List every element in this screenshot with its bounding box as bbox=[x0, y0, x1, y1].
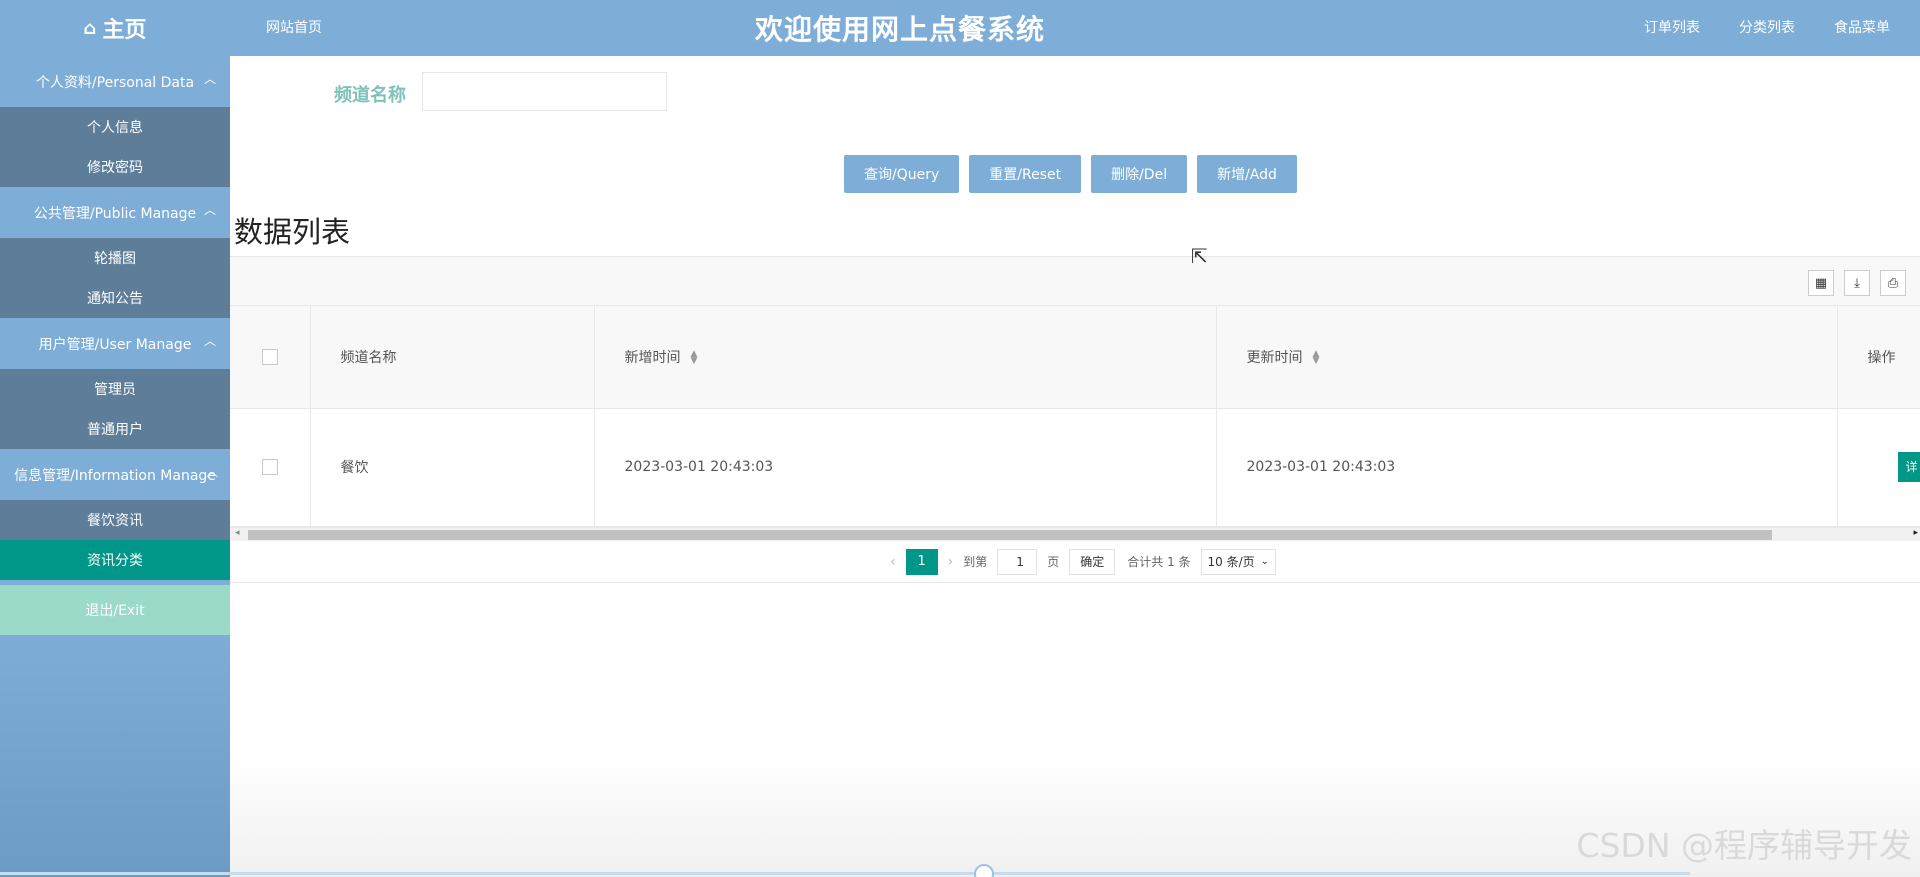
print-icon[interactable]: ⎙ bbox=[1880, 270, 1906, 296]
channel-name-input[interactable] bbox=[422, 72, 667, 111]
select-all-cell bbox=[230, 306, 311, 409]
goto-page-input[interactable]: 1 bbox=[997, 548, 1038, 575]
column-header-name: 频道名称 bbox=[310, 306, 595, 409]
export-icon[interactable]: ⤓ bbox=[1844, 270, 1870, 296]
chevron-up-icon: ︿ bbox=[203, 334, 216, 348]
app-title: 欢迎使用网上点餐系统 bbox=[754, 13, 1045, 46]
data-table-container: ▦ ⤓ ⎙ 频道名称 新增时间 ▲ ▼ 更新时间 ▲ ▼ 操作 餐饮 2023-… bbox=[230, 256, 1920, 583]
menu-sub-personal: 个人信息 修改密码 bbox=[0, 107, 230, 187]
website-home-link[interactable]: 网站首页 bbox=[266, 17, 322, 37]
menu-group-label: 信息管理/Information Manage bbox=[14, 467, 216, 484]
chevron-up-icon: ︿ bbox=[203, 203, 216, 217]
cell-updated: 2023-03-01 20:43:03 bbox=[1216, 408, 1838, 527]
sort-icon[interactable]: ▲ ▼ bbox=[1313, 349, 1320, 365]
row-checkbox[interactable] bbox=[262, 459, 278, 475]
total-count: 合计共 1 条 bbox=[1127, 555, 1191, 569]
column-label: 操作 bbox=[1867, 349, 1896, 366]
chevron-down-icon: ⌄ bbox=[1260, 556, 1270, 567]
cell-name: 餐饮 bbox=[310, 408, 595, 527]
goto-prefix: 到第 bbox=[963, 555, 988, 569]
prev-page-icon[interactable]: ‹ bbox=[890, 554, 896, 570]
sort-icon[interactable]: ▲ ▼ bbox=[691, 349, 698, 365]
sidebar-item-carousel[interactable]: 轮播图 bbox=[0, 238, 230, 278]
section-title: 数据列表 bbox=[234, 215, 351, 249]
search-label: 频道名称 bbox=[334, 85, 406, 106]
row-select-cell bbox=[230, 408, 311, 527]
top-bar: ⌂ 主页 网站首页 欢迎使用网上点餐系统 订单列表 分类列表 食品菜单 bbox=[0, 0, 1920, 56]
column-header-actions: 操作 bbox=[1837, 306, 1920, 409]
menu-group-label: 个人资料/Personal Data bbox=[35, 74, 195, 91]
nav-order-list[interactable]: 订单列表 bbox=[1644, 17, 1700, 37]
menu-group-label: 用户管理/User Manage bbox=[38, 336, 192, 353]
select-all-checkbox[interactable] bbox=[262, 348, 278, 365]
scroll-left-icon[interactable]: ◂ bbox=[235, 528, 240, 538]
horizontal-scrollbar[interactable]: ◂ ▸ bbox=[230, 526, 1920, 541]
menu-group-public[interactable]: 公共管理/Public Manage ︿ bbox=[0, 187, 230, 238]
progress-knob[interactable] bbox=[974, 864, 994, 877]
home-icon: ⌂ bbox=[83, 17, 97, 39]
cell-created: 2023-03-01 20:43:03 bbox=[594, 408, 1217, 527]
menu-group-label: 公共管理/Public Manage bbox=[33, 205, 197, 222]
brand-home-link[interactable]: ⌂ 主页 bbox=[0, 0, 230, 56]
column-header-updated[interactable]: 更新时间 ▲ ▼ bbox=[1216, 306, 1838, 409]
menu-group-users[interactable]: 用户管理/User Manage ︿ bbox=[0, 318, 230, 369]
query-button[interactable]: 查询/Query bbox=[844, 155, 960, 193]
column-label: 更新时间 bbox=[1246, 349, 1303, 366]
sidebar-item-admins[interactable]: 管理员 bbox=[0, 369, 230, 409]
scrollbar-thumb[interactable] bbox=[248, 529, 1772, 540]
data-table: 频道名称 新增时间 ▲ ▼ 更新时间 ▲ ▼ 操作 餐饮 2023-03-01 20:4… bbox=[230, 306, 1920, 527]
brand-label: 主页 bbox=[102, 18, 147, 43]
sidebar: 个人资料/Personal Data ︿ 个人信息 修改密码 公共管理/Publ… bbox=[0, 56, 230, 877]
sidebar-item-news-category[interactable]: 资讯分类 bbox=[0, 540, 230, 580]
next-page-icon[interactable]: › bbox=[948, 554, 954, 570]
sidebar-item-regular-users[interactable]: 普通用户 bbox=[0, 409, 230, 449]
menu-group-information[interactable]: 信息管理/Information Manage ︿ bbox=[0, 449, 230, 500]
current-page[interactable]: 1 bbox=[905, 548, 938, 575]
table-header-row: 频道名称 新增时间 ▲ ▼ 更新时间 ▲ ▼ 操作 bbox=[230, 306, 1920, 409]
add-button[interactable]: 新增/Add bbox=[1197, 155, 1297, 193]
page-size-select[interactable]: 10 条/页 ⌄ bbox=[1200, 548, 1277, 575]
chevron-up-icon: ︿ bbox=[205, 465, 218, 479]
bottom-progress-line bbox=[0, 864, 1690, 877]
menu-sub-information: 餐饮资讯 资讯分类 bbox=[0, 500, 230, 580]
delete-button[interactable]: 删除/Del bbox=[1091, 155, 1188, 193]
column-label: 频道名称 bbox=[340, 349, 397, 366]
column-label: 新增时间 bbox=[624, 349, 681, 366]
mouse-cursor-icon: ⇱ bbox=[1191, 244, 1208, 268]
goto-confirm-button[interactable]: 确定 bbox=[1069, 548, 1116, 575]
chevron-up-icon: ︿ bbox=[203, 72, 216, 86]
column-header-created[interactable]: 新增时间 ▲ ▼ bbox=[594, 306, 1217, 409]
nav-category-list[interactable]: 分类列表 bbox=[1739, 17, 1795, 37]
menu-sub-users: 管理员 普通用户 bbox=[0, 369, 230, 449]
sidebar-item-personal-info[interactable]: 个人信息 bbox=[0, 107, 230, 147]
main-content: 频道名称 查询/Query 重置/Reset 删除/Del 新增/Add 数据列… bbox=[230, 56, 1920, 877]
pagination: ‹ 1 › 到第 1 页 确定 合计共 1 条 10 条/页 ⌄ bbox=[230, 541, 1920, 583]
exit-button[interactable]: 退出/Exit bbox=[0, 585, 230, 635]
columns-filter-icon[interactable]: ▦ bbox=[1808, 270, 1834, 296]
scroll-right-icon[interactable]: ▸ bbox=[1913, 528, 1918, 538]
sidebar-item-food-news[interactable]: 餐饮资讯 bbox=[0, 500, 230, 540]
page-size-value: 10 条/页 bbox=[1207, 555, 1255, 569]
top-nav: 订单列表 分类列表 食品菜单 bbox=[1644, 17, 1890, 37]
cell-actions: 详 bbox=[1837, 408, 1920, 527]
sidebar-item-notices[interactable]: 通知公告 bbox=[0, 278, 230, 318]
goto-suffix: 页 bbox=[1047, 555, 1060, 569]
action-buttons: 查询/Query 重置/Reset 删除/Del 新增/Add bbox=[844, 155, 1297, 193]
watermark: CSDN @程序辅导开发 bbox=[1576, 826, 1912, 865]
nav-food-menu[interactable]: 食品菜单 bbox=[1834, 17, 1890, 37]
detail-button[interactable]: 详 bbox=[1897, 452, 1920, 482]
table-row: 餐饮 2023-03-01 20:43:03 2023-03-01 20:43:… bbox=[230, 408, 1920, 527]
reset-button[interactable]: 重置/Reset bbox=[969, 155, 1082, 193]
menu-group-personal[interactable]: 个人资料/Personal Data ︿ bbox=[0, 56, 230, 107]
menu-sub-public: 轮播图 通知公告 bbox=[0, 238, 230, 318]
sidebar-item-change-password[interactable]: 修改密码 bbox=[0, 147, 230, 187]
table-toolbar: ▦ ⤓ ⎙ bbox=[230, 256, 1920, 306]
